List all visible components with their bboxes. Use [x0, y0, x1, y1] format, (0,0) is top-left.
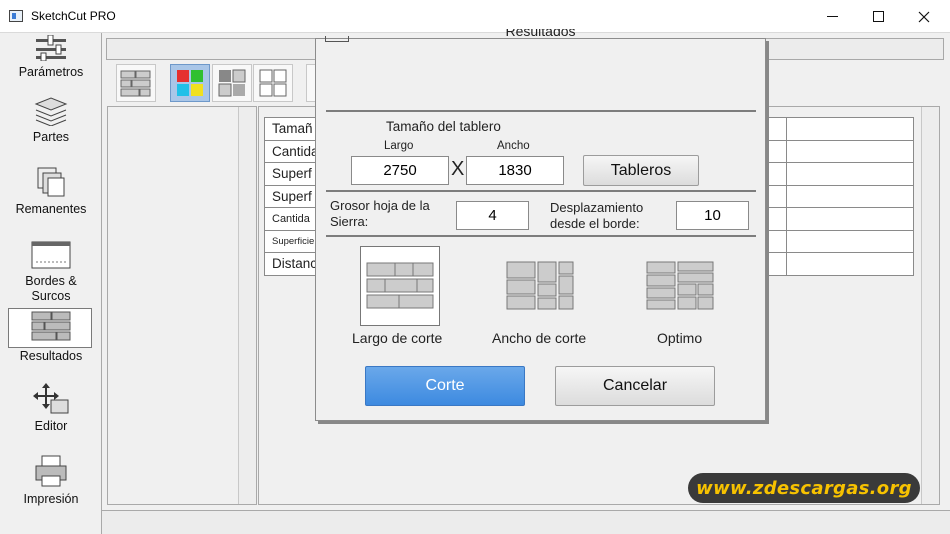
option-frame: [360, 246, 440, 326]
table-cell: [764, 139, 787, 163]
status-bar: [102, 510, 950, 534]
sidebar-label-bordes: Bordes &: [25, 274, 77, 288]
sidebar: Parámetros Partes Remanentes Bordes & Su…: [0, 33, 102, 534]
table-cell: [764, 207, 787, 231]
table-cell: [764, 252, 787, 276]
color-grid-icon: [177, 70, 203, 96]
maximize-icon: [872, 11, 884, 22]
window-title: SketchCut PRO: [31, 9, 116, 23]
sidebar-item-impresion[interactable]: Impresión: [0, 454, 102, 507]
sidebar-item-remanentes[interactable]: Remanentes: [0, 166, 102, 217]
outline-grid-icon: [259, 69, 287, 97]
sidebar-label-surcos: Surcos: [31, 289, 71, 303]
sidebar-item-parametros[interactable]: Parámetros: [0, 35, 102, 80]
table-row: [764, 184, 914, 208]
maximize-button[interactable]: [855, 0, 901, 33]
separator: [326, 190, 756, 192]
edges-icon: [31, 241, 71, 269]
layers-icon: [34, 97, 68, 126]
layout-grid-icon: [120, 70, 151, 97]
option-label: Largo de corte: [352, 330, 443, 346]
option-label: Optimo: [657, 330, 703, 346]
table-cell: [786, 252, 914, 276]
length-input[interactable]: 2750: [351, 156, 449, 185]
table-row: [764, 162, 914, 186]
table-row: [764, 207, 914, 231]
gray-view-button[interactable]: [212, 64, 252, 102]
table-cell: [764, 117, 787, 141]
optimal-icon: [646, 261, 714, 310]
table-cell: [786, 207, 914, 231]
sidebar-item-editor[interactable]: Editor: [0, 381, 102, 434]
sidebar-label-resultados: Resultados: [19, 349, 83, 363]
edge-offset-input[interactable]: 10: [676, 201, 749, 230]
dialog-title: Resultados: [316, 29, 765, 43]
printer-icon: [35, 455, 67, 487]
move-icon: [33, 383, 69, 414]
table-row: [764, 139, 914, 163]
table-cell: [786, 162, 914, 186]
watermark: www.zdescargas.org: [688, 473, 920, 503]
sidebar-label-remanentes: Remanentes: [15, 202, 87, 216]
board-list-scrollbar[interactable]: [238, 107, 256, 504]
sidebar-item-bordes[interactable]: Bordes & Surcos: [0, 240, 102, 304]
sidebar-label-parametros: Parámetros: [18, 65, 84, 79]
sidebar-item-resultados[interactable]: Resultados: [0, 308, 102, 363]
color-view-button[interactable]: [170, 64, 210, 102]
times-symbol: X: [451, 158, 465, 180]
separator: [326, 110, 756, 112]
results-scrollbar[interactable]: [921, 107, 939, 504]
cut-button[interactable]: Corte: [365, 366, 525, 406]
table-cell: [786, 184, 914, 208]
close-icon: [918, 11, 930, 22]
edge-offset-label: Desplazamiento desde el borde:: [550, 200, 644, 231]
remnants-icon: [37, 167, 65, 197]
table-cell: [764, 229, 787, 253]
minimize-icon: [826, 16, 838, 17]
width-input[interactable]: 1830: [466, 156, 564, 185]
table-cell: [786, 139, 914, 163]
sidebar-item-partes[interactable]: Partes: [0, 96, 102, 145]
cancel-button[interactable]: Cancelar: [555, 366, 715, 406]
option-frame: [501, 246, 581, 326]
length-label: Largo: [384, 140, 414, 152]
sidebar-label-editor: Editor: [34, 419, 68, 433]
board-list-panel: [107, 106, 257, 505]
cut-width-icon: [506, 261, 574, 310]
board-size-label: Tamaño del tablero: [386, 119, 501, 134]
saw-thickness-input[interactable]: 4: [456, 201, 529, 230]
separator: [326, 235, 756, 237]
minimize-button[interactable]: [809, 0, 855, 33]
close-button[interactable]: [901, 0, 947, 33]
table-row: [764, 252, 914, 276]
gray-grid-icon: [218, 69, 246, 97]
dialog-title-text: Resultados: [505, 29, 576, 39]
results-icon: [31, 311, 71, 341]
results-table-values: [764, 117, 914, 276]
table-cell: [786, 229, 914, 253]
table-cell: [764, 162, 787, 186]
sidebar-label-impresion: Impresión: [23, 492, 79, 506]
table-row: [764, 229, 914, 253]
option-label: Ancho de corte: [492, 330, 587, 346]
outline-view-button[interactable]: [253, 64, 293, 102]
option-frame: [641, 246, 721, 326]
table-cell: [764, 184, 787, 208]
table-row: [764, 117, 914, 141]
table-cell: [786, 117, 914, 141]
app-icon: [9, 10, 23, 22]
sidebar-label-partes: Partes: [32, 130, 70, 144]
results-dialog: Resultados Tamaño del tablero Largo Anch…: [315, 29, 766, 421]
width-label: Ancho: [497, 140, 530, 152]
sliders-icon: [36, 35, 66, 61]
boards-button[interactable]: Tableros: [583, 155, 699, 186]
layout-view-button[interactable]: [116, 64, 156, 102]
watermark-text: www.zdescargas.org: [696, 477, 912, 499]
saw-thickness-label: Grosor hoja de la Sierra:: [330, 198, 430, 229]
cut-length-icon: [366, 262, 434, 309]
